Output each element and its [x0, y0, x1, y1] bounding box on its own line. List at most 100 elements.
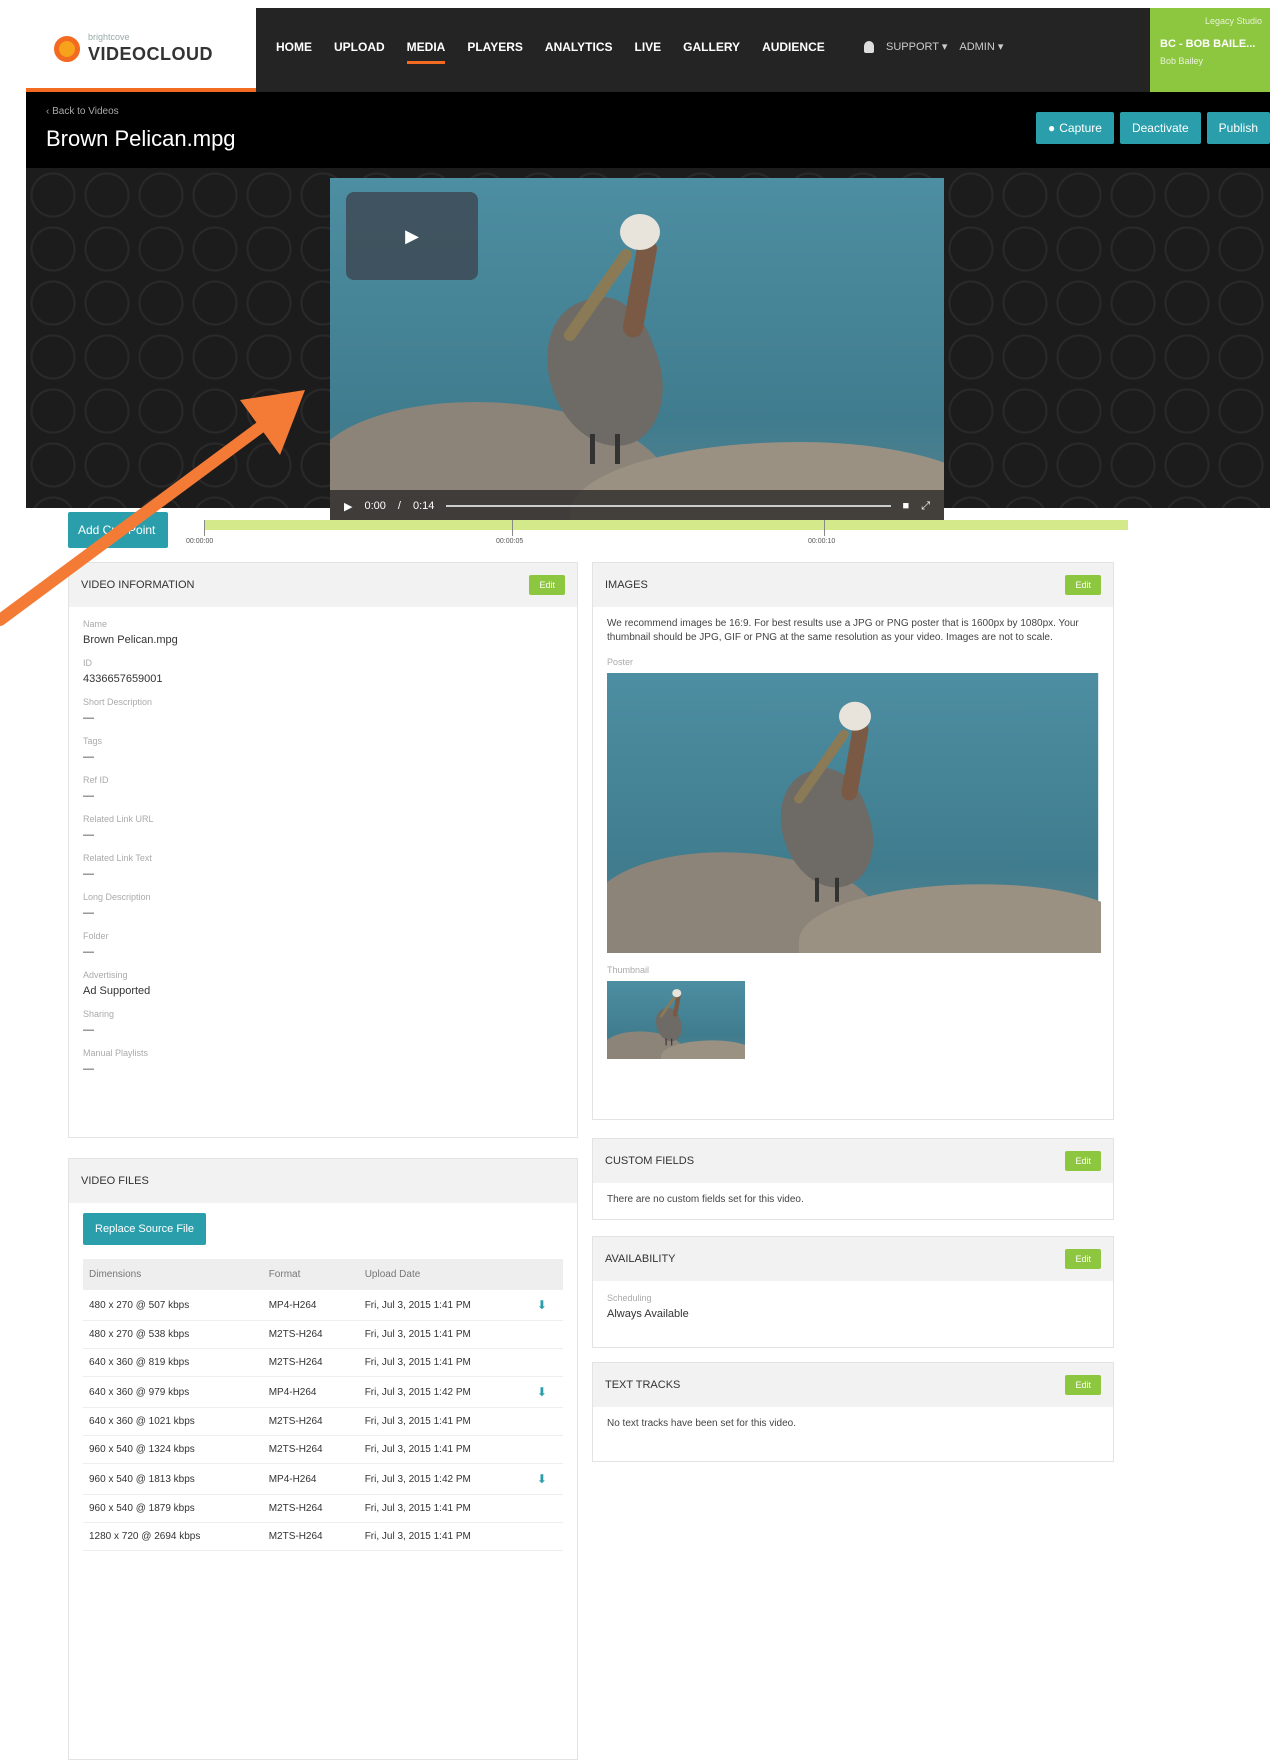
cell-date: Fri, Jul 3, 2015 1:41 PM — [358, 1435, 531, 1464]
nav-item-players[interactable]: PLAYERS — [467, 40, 523, 54]
cell-dim: 1280 x 720 @ 2694 kbps — [83, 1522, 263, 1551]
edit-text-tracks-button[interactable]: Edit — [1065, 1375, 1101, 1395]
field-label: Advertising — [83, 970, 128, 980]
download-icon[interactable]: ⬇ — [537, 1298, 547, 1312]
cell-fmt: MP4-H264 — [262, 1463, 359, 1495]
cell-fmt: MP4-H264 — [262, 1376, 359, 1408]
thumbnail-image[interactable] — [607, 981, 745, 1059]
table-row: 480 x 270 @ 507 kbps MP4-H264 Fri, Jul 3, … — [83, 1290, 563, 1321]
account-switcher[interactable]: Legacy Studio BC - BOB BAILE... Bob Bail… — [1150, 8, 1270, 92]
progress-bar[interactable] — [446, 505, 891, 507]
field-label: Folder — [83, 931, 109, 941]
text-tracks-panel: TEXT TRACKS Edit No text tracks have bee… — [592, 1362, 1114, 1462]
time-separator: / — [397, 500, 401, 512]
field-label: Related Link URL — [83, 814, 154, 824]
panel-title: IMAGES — [605, 579, 648, 591]
nav-item-gallery[interactable]: GALLERY — [683, 40, 740, 54]
scheduling-label: Scheduling — [607, 1293, 652, 1303]
table-row: 480 x 270 @ 538 kbps M2TS-H264 Fri, Jul 3,… — [83, 1320, 563, 1349]
fullscreen-icon[interactable]: ⤢ — [921, 500, 930, 513]
panel-title: CUSTOM FIELDS — [605, 1155, 695, 1167]
camera-icon: ● — [1047, 121, 1056, 135]
poster-image[interactable] — [607, 673, 1101, 953]
cell-dim: 960 x 540 @ 1324 kbps — [83, 1435, 263, 1464]
title-bar: ‹ Back to Videos Brown Pelican.mpg ● Capt… — [26, 92, 1270, 168]
control-play-icon[interactable]: ▶ — [344, 500, 352, 513]
cue-timeline[interactable] — [204, 520, 1128, 530]
nav-item-audience[interactable]: AUDIENCE — [762, 40, 825, 54]
duration: 0:14 — [412, 500, 435, 512]
field-value: — — [83, 1063, 94, 1075]
cell-date: Fri, Jul 3, 2015 1:42 PM — [358, 1463, 531, 1495]
capture-button[interactable]: ● Capture — [1035, 112, 1114, 144]
nav-item-media[interactable]: MEDIA — [406, 40, 445, 64]
brightcove-logo-icon — [54, 36, 80, 62]
field-label: Related Link Text — [83, 853, 152, 863]
cell-date: Fri, Jul 3, 2015 1:41 PM — [358, 1407, 531, 1436]
nav-item-live[interactable]: LIVE — [635, 40, 662, 54]
add-cue-point-button[interactable]: Add Cue Point — [68, 512, 168, 548]
images-note: We recommend images be 16:9. For best re… — [607, 618, 1079, 643]
nav-item-upload[interactable]: UPLOAD — [334, 40, 385, 54]
download-cell — [530, 1320, 563, 1349]
admin-menu[interactable]: ADMIN ▾ — [959, 40, 1003, 53]
publish-button[interactable]: Publish — [1206, 112, 1270, 144]
download-cell: ⬇ — [530, 1376, 563, 1408]
field-label: Ref ID — [83, 775, 109, 785]
capture-label: Capture — [1059, 121, 1102, 135]
edit-custom-fields-button[interactable]: Edit — [1065, 1151, 1101, 1171]
cell-dim: 960 x 540 @ 1813 kbps — [83, 1463, 263, 1495]
deactivate-button[interactable]: Deactivate — [1119, 112, 1201, 144]
back-to-videos-link[interactable]: ‹ Back to Videos — [46, 106, 119, 117]
field-value: — — [83, 712, 94, 724]
availability-panel: AVAILABILITY Edit Scheduling Always Avai… — [592, 1236, 1114, 1348]
custom-fields-panel: CUSTOM FIELDS Edit There are no custom f… — [592, 1138, 1114, 1220]
logo-text: VIDEOCLOUD — [88, 44, 214, 64]
video-info-fields: Name Brown Pelican.mpg ID 4336657659001 Shor… — [69, 619, 577, 1089]
field-label: Name — [83, 619, 108, 629]
images-panel: IMAGES Edit We recommend images be 16:9.… — [592, 562, 1114, 1120]
big-play-button[interactable]: ▶ — [346, 192, 478, 280]
logo[interactable]: brightcove VIDEOCLOUD — [26, 8, 256, 92]
support-menu[interactable]: SUPPORT ▾ — [886, 40, 947, 53]
volume-icon[interactable]: ■ — [903, 500, 910, 512]
replace-source-file-button[interactable]: Replace Source File — [83, 1213, 207, 1245]
cell-fmt: M2TS-H264 — [262, 1435, 359, 1464]
notification-icon[interactable] — [864, 40, 874, 53]
nav-item-analytics[interactable]: ANALYTICS — [545, 40, 613, 54]
table-row: 960 x 540 @ 1813 kbps MP4-H264 Fri, Jul 3,… — [83, 1463, 563, 1495]
table-row: 640 x 360 @ 1021 kbps M2TS-H264 Fri, Jul 3… — [83, 1407, 563, 1436]
column-header: Format — [262, 1259, 359, 1290]
cell-date: Fri, Jul 3, 2015 1:41 PM — [358, 1320, 531, 1349]
cell-fmt: M2TS-H264 — [262, 1320, 359, 1349]
column-header: Upload Date — [358, 1259, 531, 1290]
edit-availability-button[interactable]: Edit — [1065, 1249, 1101, 1269]
table-row: 1280 x 720 @ 2694 kbps M2TS-H264 Fri, Jul … — [83, 1522, 563, 1551]
panel-header: TEXT TRACKS Edit — [593, 1363, 1113, 1407]
user-name: Bob Bailey — [1160, 56, 1204, 66]
cell-date: Fri, Jul 3, 2015 1:41 PM — [358, 1522, 531, 1551]
cell-dim: 480 x 270 @ 507 kbps — [83, 1290, 263, 1321]
legacy-studio-link[interactable]: Legacy Studio — [1160, 16, 1262, 26]
download-cell — [530, 1407, 563, 1436]
cell-date: Fri, Jul 3, 2015 1:42 PM — [358, 1376, 531, 1408]
cell-fmt: M2TS-H264 — [262, 1348, 359, 1377]
thumbnail-label: Thumbnail — [607, 965, 650, 975]
video-player[interactable]: ▶ ▶ 0:00 / 0:14 ■ ⤢ — [330, 178, 944, 522]
custom-fields-text: There are no custom fields set for this … — [607, 1194, 804, 1205]
field-label: Short Description — [83, 697, 153, 707]
download-cell — [530, 1522, 563, 1551]
download-icon[interactable]: ⬇ — [537, 1472, 547, 1486]
edit-images-button[interactable]: Edit — [1065, 575, 1101, 595]
field-value: — — [83, 868, 94, 880]
table-row: 960 x 540 @ 1324 kbps M2TS-H264 Fri, Jul 3… — [83, 1435, 563, 1464]
edit-video-info-button[interactable]: Edit — [529, 575, 565, 595]
nav-item-home[interactable]: HOME — [276, 40, 312, 54]
field-value: — — [83, 1024, 94, 1036]
download-cell: ⬇ — [530, 1290, 563, 1321]
cell-fmt: M2TS-H264 — [262, 1522, 359, 1551]
account-name: BC - BOB BAILE... — [1160, 38, 1256, 50]
download-icon[interactable]: ⬇ — [537, 1385, 547, 1399]
logo-small-text: brightcove — [88, 32, 130, 42]
field-label: Sharing — [83, 1009, 115, 1019]
